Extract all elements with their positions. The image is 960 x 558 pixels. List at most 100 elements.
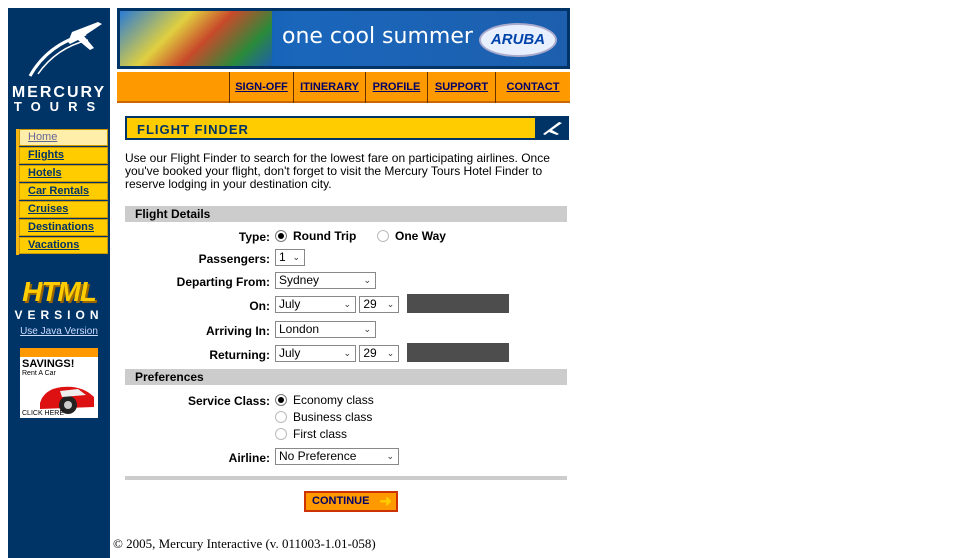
page-title: FLIGHT FINDER [137, 122, 249, 137]
passengers-field: 1 ⌄ [275, 249, 305, 266]
return-month-value: July [279, 346, 301, 360]
on-month-select[interactable]: July ⌄ [275, 296, 356, 313]
banner-inner: one cool summer ARUBA [120, 11, 567, 66]
airline-select[interactable]: No Preference ⌄ [275, 448, 399, 465]
arrow-right-icon: ➜ [379, 493, 392, 510]
itinerary-link[interactable]: ITINERARY [293, 72, 365, 103]
flight-finder-header: FLIGHT FINDER [125, 116, 569, 140]
business-radio[interactable] [275, 411, 287, 423]
economy-radio[interactable] [275, 394, 287, 406]
chevron-down-icon: ⌄ [343, 348, 351, 358]
preferences-header: Preferences [125, 369, 567, 385]
ad-subtitle: Rent A Car [22, 370, 56, 377]
returning-row: Returning: July ⌄ 29 ⌄ [125, 343, 567, 365]
chevron-down-icon: ⌄ [363, 275, 371, 285]
logo-line2: TOURS [13, 99, 105, 114]
logo-text: MERCURY TOURS [8, 84, 110, 114]
type-label: Type: [238, 230, 270, 244]
redacted-field [406, 294, 509, 313]
return-day-value: 29 [363, 346, 377, 360]
on-label: On: [249, 299, 270, 313]
profile-link[interactable]: PROFILE [365, 72, 427, 103]
first-class-row: First class [125, 427, 567, 447]
departing-row: Departing From: Sydney ⌄ [125, 272, 567, 292]
first-class-radio[interactable] [275, 428, 287, 440]
on-month-value: July [279, 297, 301, 311]
contact-link[interactable]: CONTACT [495, 72, 570, 103]
sidebar-item-car-rentals[interactable]: Car Rentals [19, 183, 108, 200]
banner-photo [120, 11, 272, 66]
round-trip-radio[interactable] [275, 230, 287, 242]
departing-select[interactable]: Sydney ⌄ [275, 272, 376, 289]
economy-option: Economy class [275, 393, 374, 407]
sidebar-item-hotels[interactable]: Hotels [19, 165, 108, 182]
chevron-down-icon: ⌄ [386, 299, 395, 309]
business-label: Business class [293, 410, 373, 424]
passengers-label: Passengers: [198, 252, 270, 266]
departing-label: Departing From: [176, 275, 270, 289]
economy-label: Economy class [293, 393, 374, 407]
round-trip-label: Round Trip [293, 229, 357, 243]
passengers-value: 1 [279, 250, 286, 264]
ad-title: SAVINGS! [22, 358, 75, 370]
service-class-row: Service Class: Economy class [125, 391, 567, 411]
one-way-label: One Way [395, 229, 446, 243]
redacted-field [406, 343, 509, 362]
business-row: Business class [125, 409, 567, 429]
service-class-label: Service Class: [187, 394, 270, 408]
car-rental-ad[interactable]: SAVINGS! Rent A Car CLICK HERE [20, 348, 98, 418]
form-divider [125, 476, 567, 480]
chevron-down-icon: ⌄ [292, 252, 300, 262]
html-logo: HTML [22, 276, 97, 307]
sidebar: MERCURY TOURS Home Flights Hotels Car Re… [8, 8, 110, 558]
banner-ad[interactable]: one cool summer ARUBA [117, 8, 570, 69]
signoff-link[interactable]: SIGN-OFF [229, 72, 293, 103]
arriving-row: Arriving In: London ⌄ [125, 321, 567, 341]
arriving-select[interactable]: London ⌄ [275, 321, 376, 338]
on-date-field: July ⌄ 29 ⌄ [275, 294, 509, 313]
type-row: Type: Round Trip One Way [125, 227, 567, 247]
sidebar-item-home[interactable]: Home [19, 129, 108, 146]
footer-copyright: © 2005, Mercury Interactive (v. 011003-1… [113, 536, 376, 551]
version-word: VERSION [14, 308, 104, 322]
airline-label: Airline: [228, 451, 270, 465]
chevron-down-icon: ⌄ [363, 324, 371, 334]
business-option: Business class [275, 410, 372, 424]
arriving-field: London ⌄ [275, 321, 376, 338]
top-nav: SIGN-OFF ITINERARY PROFILE SUPPORT CONTA… [117, 72, 570, 103]
continue-label: CONTINUE [312, 495, 370, 507]
java-version-link[interactable]: Use Java Version [8, 326, 110, 337]
continue-button[interactable]: CONTINUE ➜ [304, 491, 398, 512]
aruba-logo: ARUBA [479, 23, 557, 57]
flight-details-header: Flight Details [125, 206, 567, 222]
airline-row: Airline: No Preference ⌄ [125, 448, 567, 468]
one-way-radio[interactable] [377, 230, 390, 242]
ad-cta: CLICK HERE [22, 410, 65, 417]
first-class-label: First class [293, 427, 347, 441]
sidebar-item-destinations[interactable]: Destinations [19, 219, 108, 236]
type-field: Round Trip One Way [275, 229, 446, 243]
plane-logo-icon [28, 22, 102, 77]
sidebar-item-cruises[interactable]: Cruises [19, 201, 108, 218]
airline-value: No Preference [279, 449, 357, 463]
return-month-select[interactable]: July ⌄ [275, 345, 356, 362]
sidebar-item-flights[interactable]: Flights [19, 147, 108, 164]
chevron-down-icon: ⌄ [386, 348, 395, 358]
departing-value: Sydney [279, 273, 320, 287]
logo-line1: MERCURY [11, 84, 107, 101]
chevron-down-icon: ⌄ [386, 451, 394, 461]
passengers-select[interactable]: 1 ⌄ [275, 249, 305, 266]
airline-field: No Preference ⌄ [275, 448, 399, 465]
on-day-select[interactable]: 29 ⌄ [359, 296, 400, 313]
returning-label: Returning: [209, 348, 270, 362]
arriving-value: London [279, 322, 320, 336]
on-day-value: 29 [363, 297, 377, 311]
sidebar-nav: Home Flights Hotels Car Rentals Cruises … [16, 129, 108, 255]
mercury-tours-logo[interactable]: MERCURY TOURS [8, 14, 110, 114]
return-day-select[interactable]: 29 ⌄ [359, 345, 400, 362]
sidebar-item-vacations[interactable]: Vacations [19, 237, 108, 254]
support-link[interactable]: SUPPORT [427, 72, 495, 103]
banner-text: one cool summer [282, 24, 473, 49]
chevron-down-icon: ⌄ [343, 299, 351, 309]
first-class-option: First class [275, 427, 347, 441]
